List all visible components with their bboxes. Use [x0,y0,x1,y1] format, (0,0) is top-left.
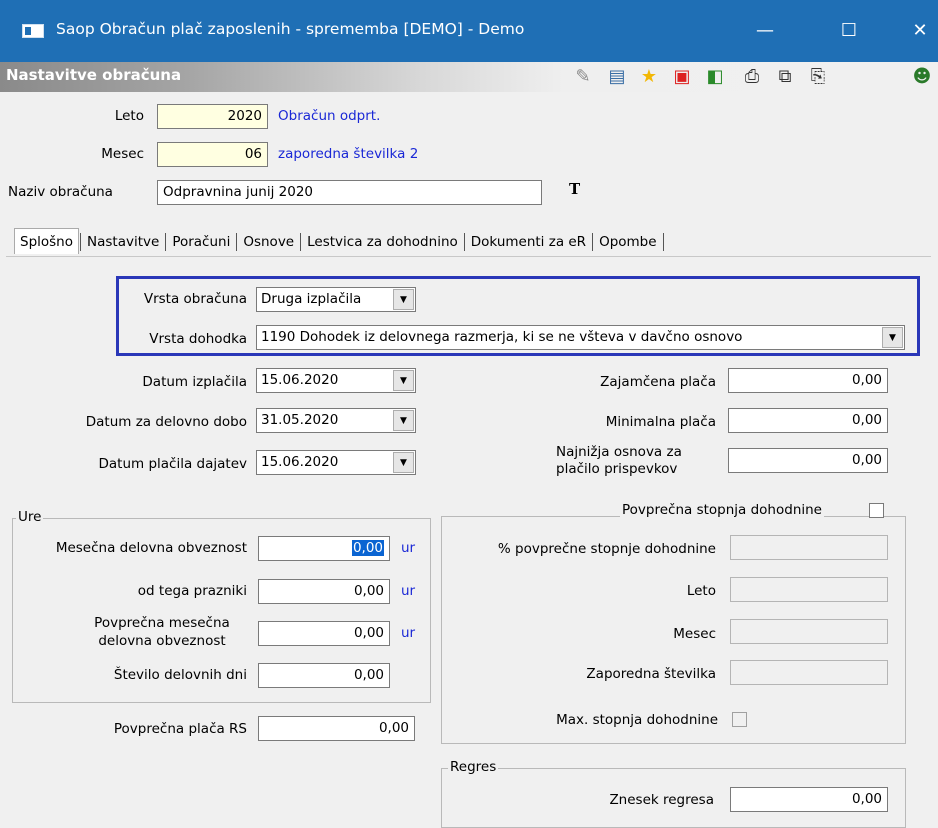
mesec-label: Mesec [101,146,144,162]
dohodnina-mesec-input [730,619,888,644]
odstotek-label: % povprečne stopnje dohodnine [497,541,716,557]
vrsta-obracuna-value: Druga izplačila [261,291,362,307]
chevron-down-icon[interactable]: ▼ [393,452,414,473]
dni-label: Število delovnih dni [113,667,247,683]
section-header: Nastavitve obračuna ✎ ▤ ★ ▣ ◧ ⎙ ⧉ ⎘ ☻ [0,62,938,92]
mesecna-value: 0,00 [351,540,384,556]
ure-legend: Ure [16,509,44,525]
tab-dokumenti[interactable]: Dokumenti za eR [466,229,591,255]
copy-icon[interactable]: ⎘ [806,64,830,90]
zajamcena-label: Zajamčena plača [600,374,716,390]
datum-dajatev-value: 15.06.2020 [261,454,339,470]
tab-osnove[interactable]: Osnove [238,229,299,255]
dohodnina-checkbox[interactable] [869,503,884,518]
povprecna-label-line2: delovna obveznost [98,633,226,649]
dni-input[interactable]: 0,00 [258,663,390,688]
edit-icon[interactable]: ✎ [571,64,595,90]
vrsta-obracuna-select[interactable]: Druga izplačila ▼ [256,287,416,312]
app-icon [22,24,44,38]
povprecna-label: Povprečna mesečna delovna obveznost [82,614,242,650]
povprecna-unit: ur [401,625,416,641]
vrsta-obracuna-label: Vrsta obračuna [143,291,247,307]
delete-icon[interactable]: ▣ [670,64,694,90]
tab-nastavitve[interactable]: Nastavitve [82,229,164,255]
zajamcena-input[interactable]: 0,00 [728,368,888,393]
datum-izplacila-picker[interactable]: 15.06.2020 ▼ [256,368,416,393]
prazniki-input[interactable]: 0,00 [258,579,390,604]
leto-input[interactable]: 2020 [157,104,268,129]
najnizja-label: Najnižja osnova za plačilo prispevkov [556,444,682,478]
close-button[interactable]: ✕ [897,14,938,48]
window-title: Saop Obračun plač zaposlenih - sprememba… [56,20,525,38]
leto-label: Leto [114,108,144,124]
odstotek-input [730,535,888,560]
cube-icon[interactable]: ◧ [703,64,727,90]
prazniki-label: od tega prazniki [137,583,247,599]
prazniki-unit: ur [401,583,416,599]
naziv-label: Naziv obračuna [8,184,113,200]
print-icon[interactable]: ⎙ [740,64,764,90]
vrsta-dohodka-value: 1190 Dohodek iz delovnega razmerja, ki s… [261,329,743,345]
chevron-down-icon[interactable]: ▼ [393,289,414,310]
datum-izplacila-value: 15.06.2020 [261,372,339,388]
tab-opombe[interactable]: Opombe [594,229,661,255]
max-stopnja-checkbox [732,712,747,727]
status-text: Obračun odprt. [278,108,381,124]
section-title: Nastavitve obračuna [6,66,182,84]
datum-dajatev-label: Datum plačila dajatev [98,456,248,472]
datum-dajatev-picker[interactable]: 15.06.2020 ▼ [256,450,416,475]
povprecna-label-line1: Povprečna mesečna [94,615,230,631]
najnizja-label-line1: Najnižja osnova za [556,444,682,460]
mesecna-label: Mesečna delovna obveznost [55,540,247,556]
person-icon[interactable]: ☻ [910,64,934,90]
povprecna-placa-label: Povprečna plača RS [113,721,247,737]
dohodnina-mesec-label: Mesec [673,626,716,642]
mesecna-unit: ur [401,540,416,556]
najnizja-label-line2: plačilo prispevkov [556,461,678,477]
najnizja-input[interactable]: 0,00 [728,448,888,473]
vrsta-dohodka-select[interactable]: 1190 Dohodek iz delovnega razmerja, ki s… [256,325,905,350]
dohodnina-leto-input [730,577,888,602]
mesecna-input[interactable]: 0,00 [258,536,390,561]
tab-bar: Splošno Nastavitve Poračuni Osnove Lestvica … [14,228,665,256]
tab-lestvica[interactable]: Lestvica za dohodnino [302,229,463,255]
datum-izplacila-label: Datum izplačila [142,374,247,390]
mesec-input[interactable]: 06 [157,142,268,167]
dohodnina-leto-label: Leto [686,583,716,599]
dohodnina-legend: Povprečna stopnja dohodnine [620,502,824,518]
znesek-regresa-input[interactable]: 0,00 [730,787,888,812]
tab-panel-border [6,256,931,257]
vrsta-dohodka-label: Vrsta dohodka [149,331,247,347]
font-icon[interactable]: T [569,180,580,198]
export-icon[interactable]: ⧉ [773,64,797,90]
datum-delovno-value: 31.05.2020 [261,412,339,428]
zaporedna-label: Zaporedna številka [586,666,716,682]
calculator-icon[interactable]: ▤ [605,64,629,90]
povprecna-input[interactable]: 0,00 [258,621,390,646]
minimalna-input[interactable]: 0,00 [728,408,888,433]
chevron-down-icon[interactable]: ▼ [882,327,903,348]
minimize-button[interactable]: — [742,14,788,48]
minimalna-label: Minimalna plača [605,414,716,430]
zaporedna-input [730,660,888,685]
max-stopnja-label: Max. stopnja dohodnine [556,712,718,728]
chevron-down-icon[interactable]: ▼ [393,370,414,391]
chevron-down-icon[interactable]: ▼ [393,410,414,431]
datum-delovno-label: Datum za delovno dobo [85,414,247,430]
title-bar: Saop Obračun plač zaposlenih - sprememba… [0,0,938,62]
znesek-regresa-label: Znesek regresa [609,792,714,808]
datum-delovno-picker[interactable]: 31.05.2020 ▼ [256,408,416,433]
tab-poracuni[interactable]: Poračuni [167,229,235,255]
maximize-button[interactable]: ☐ [826,14,872,48]
tab-splosno[interactable]: Splošno [14,228,79,254]
regres-legend: Regres [448,759,499,775]
naziv-input[interactable]: Odpravnina junij 2020 [157,180,542,205]
star-icon[interactable]: ★ [637,64,661,90]
povprecna-placa-input[interactable]: 0,00 [258,716,415,741]
sequence-text: zaporedna številka 2 [278,146,419,162]
